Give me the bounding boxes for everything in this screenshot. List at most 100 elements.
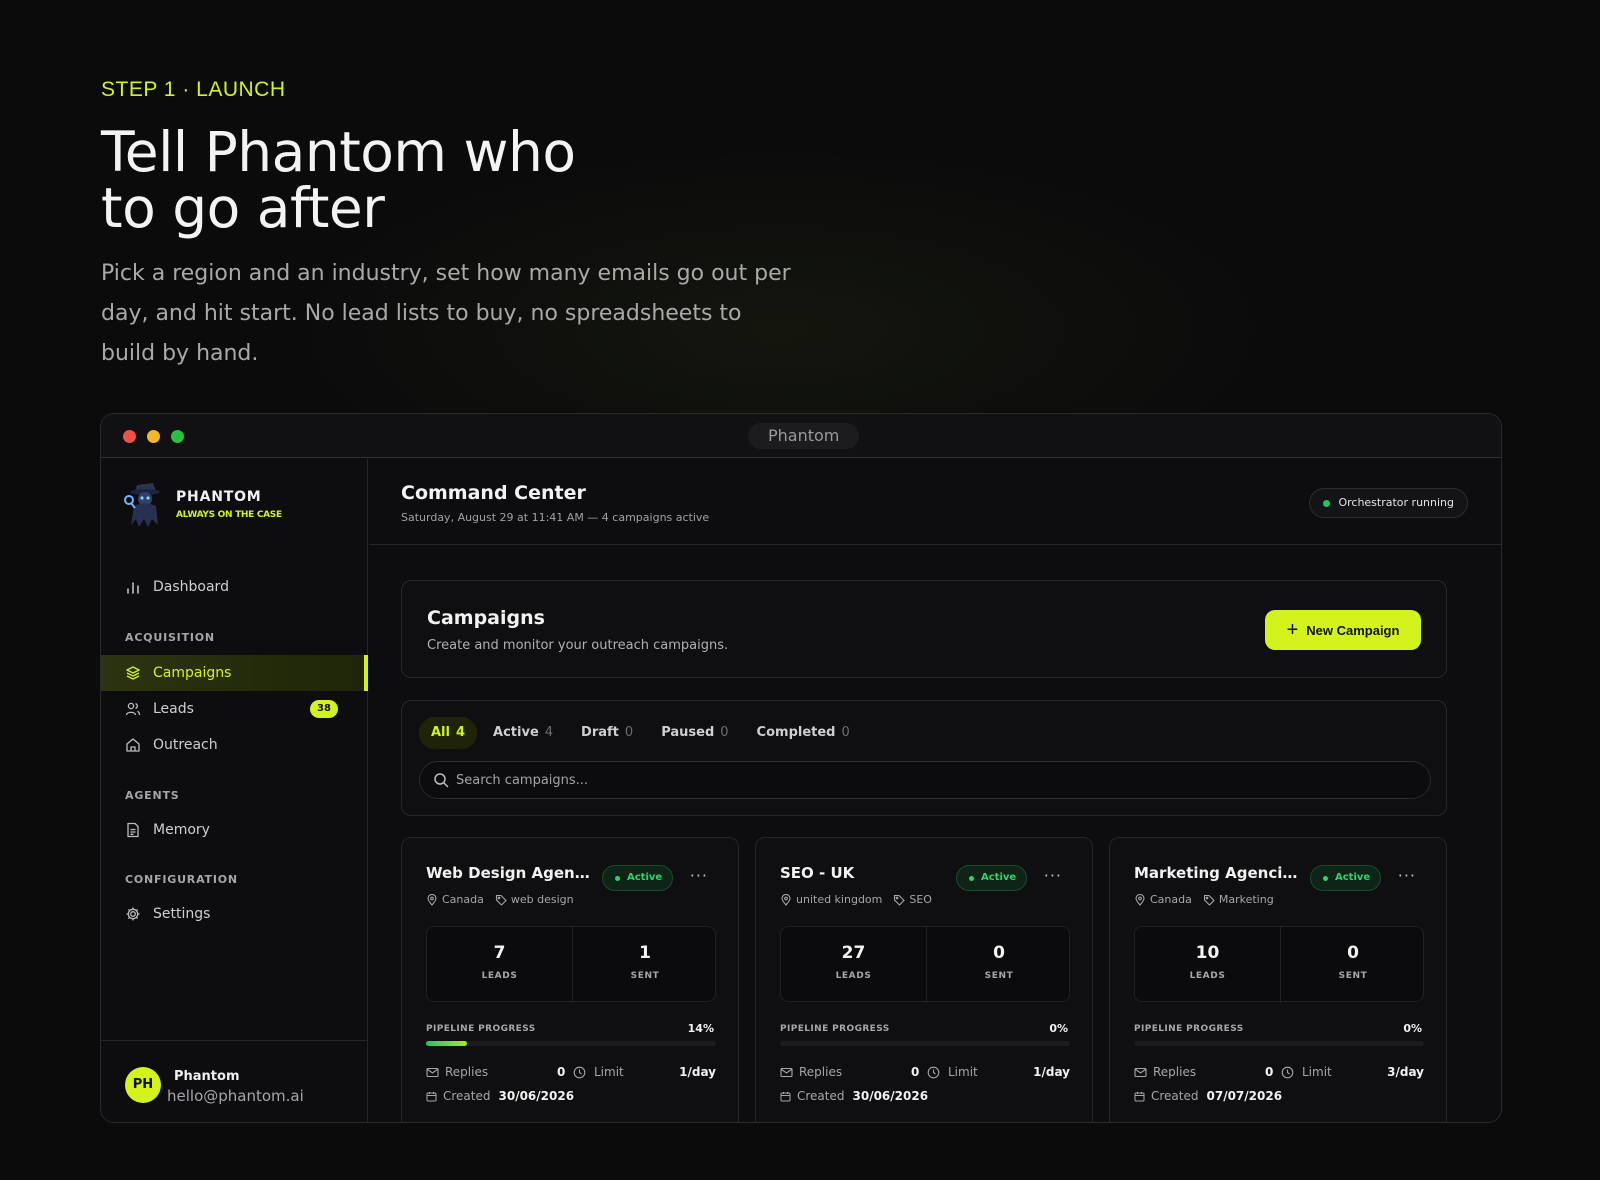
leads-count-badge: 38 [310, 700, 338, 718]
leads-value: 10 [1195, 943, 1220, 963]
step-eyebrow: STEP 1 · LAUNCH [101, 78, 286, 101]
location-pin-icon [1135, 893, 1145, 906]
window-titlebar: Phantom [101, 414, 1501, 458]
sidebar-item-label: Campaigns [153, 665, 232, 681]
tab-active[interactable]: Active 4 [481, 717, 565, 749]
location-pin-icon [781, 893, 791, 906]
mail-icon [1134, 1067, 1147, 1078]
tab-count: 0 [720, 725, 729, 740]
sidebar-item-dashboard[interactable]: Dashboard [101, 569, 368, 605]
close-window-button[interactable] [123, 430, 136, 443]
campaign-replies-limit: Replies 0 Limit 1/day [426, 1065, 716, 1081]
sidebar-item-label: Settings [153, 906, 211, 922]
minimize-window-button[interactable] [147, 430, 160, 443]
campaign-name: Web Design Agen... [426, 864, 591, 882]
pipeline-progress-bar [1134, 1041, 1424, 1046]
leads-value: 27 [841, 943, 866, 963]
hero-headline-line-1: Tell Phantom who [101, 120, 576, 184]
sent-value: 0 [993, 943, 1005, 963]
replies-value: 0 [911, 1065, 920, 1079]
tab-label: Completed [756, 725, 836, 740]
campaign-region: Canada [442, 893, 484, 906]
sidebar-item-memory[interactable]: Memory [101, 812, 368, 848]
created-date: 30/06/2026 [852, 1089, 929, 1103]
campaign-stats: 27 LEADS 0 SENT [780, 926, 1070, 1003]
gear-icon [125, 906, 141, 922]
sent-value: 1 [639, 943, 651, 963]
pipeline-progress-label: PIPELINE PROGRESS [780, 1024, 890, 1034]
sidebar-item-campaigns[interactable]: Campaigns [101, 655, 368, 691]
campaign-card[interactable]: Web Design Agen... Active ··· Canada web… [401, 837, 739, 1122]
tag-icon [495, 894, 507, 906]
campaign-card[interactable]: Marketing Agenci... Active ··· Canada Ma… [1109, 837, 1447, 1122]
campaign-industry: Marketing [1218, 893, 1274, 906]
window-title: Phantom [748, 423, 860, 449]
campaign-created: Created 07/07/2026 [1134, 1089, 1282, 1103]
pipeline-progress-value: 0% [1049, 1022, 1068, 1035]
leads-label: LEADS [835, 971, 872, 981]
clock-icon [927, 1066, 940, 1079]
replies-label: Replies [445, 1065, 489, 1079]
tab-completed[interactable]: Completed 0 [745, 717, 862, 749]
campaign-stats: 10 LEADS 0 SENT [1134, 926, 1424, 1003]
sidebar-item-outreach[interactable]: Outreach [101, 727, 368, 763]
tab-label: Active [493, 725, 539, 740]
search-icon [434, 773, 449, 788]
filters-panel: All 4 Active 4 Draft 0 Paused 0 Completed 0 [401, 700, 1447, 816]
limit-value: 1/day [1033, 1065, 1070, 1079]
tag-icon [894, 894, 906, 906]
pipeline-progress-label: PIPELINE PROGRESS [1134, 1024, 1244, 1034]
created-date: 07/07/2026 [1206, 1089, 1283, 1103]
brand[interactable]: PHANTOM ALWAYS ON THE CASE [123, 479, 282, 529]
campaigns-title: Campaigns [427, 607, 545, 629]
limit-label: Limit [594, 1065, 624, 1079]
pipeline-progress-bar [780, 1041, 1070, 1046]
calendar-icon [780, 1091, 791, 1101]
page-title: Command Center [401, 482, 586, 504]
status-badge: Active [956, 865, 1028, 891]
tab-paused[interactable]: Paused 0 [649, 717, 740, 749]
maximize-window-button[interactable] [171, 430, 184, 443]
tab-label: Paused [661, 725, 715, 740]
sidebar-item-leads[interactable]: Leads 38 [101, 691, 368, 727]
sidebar-item-label: Outreach [153, 737, 218, 753]
tab-count: 0 [624, 725, 634, 740]
tab-draft[interactable]: Draft 0 [569, 717, 645, 749]
more-options-icon[interactable]: ··· [1044, 866, 1062, 885]
sent-value: 0 [1347, 943, 1359, 963]
created-label: Created [797, 1089, 845, 1103]
calendar-icon [1134, 1091, 1145, 1101]
tab-label: All [431, 725, 450, 740]
users-icon [125, 701, 141, 717]
campaign-card[interactable]: SEO - UK Active ··· united kingdom SEO 2… [755, 837, 1093, 1122]
search-input[interactable] [456, 762, 1416, 798]
pipeline-progress-bar [426, 1041, 716, 1046]
mail-icon [426, 1067, 439, 1078]
pipeline-progress-value: 0% [1403, 1022, 1422, 1035]
hero-section: STEP 1 · LAUNCH Tell Phantom who to go a… [101, 78, 1001, 374]
campaign-region: united kingdom [796, 893, 883, 906]
leads-value: 7 [493, 943, 506, 963]
progress-fill [426, 1041, 467, 1046]
sent-label: SENT [1338, 971, 1368, 981]
new-campaign-button[interactable]: + New Campaign [1265, 610, 1421, 650]
sidebar-item-settings[interactable]: Settings [101, 896, 368, 932]
replies-value: 0 [1265, 1065, 1274, 1079]
tab-all[interactable]: All 4 [419, 717, 478, 749]
calendar-icon [426, 1091, 437, 1101]
sidebar-item-label: Dashboard [153, 579, 229, 595]
tag-icon [1203, 894, 1215, 906]
more-options-icon[interactable]: ··· [1398, 866, 1416, 885]
limit-label: Limit [1302, 1065, 1332, 1079]
user-profile[interactable]: PH Phantom hello@phantom.ai [101, 1040, 368, 1122]
hero-subtext: Pick a region and an industry, set how m… [101, 261, 791, 366]
sidebar-item-label: Memory [153, 822, 210, 838]
more-options-icon[interactable]: ··· [690, 866, 708, 885]
hero-headline-line-2: to go after [101, 176, 385, 240]
campaign-stats: 7 LEADS 1 SENT [426, 926, 716, 1003]
brand-name: PHANTOM [176, 488, 262, 505]
new-campaign-label: New Campaign [1306, 622, 1400, 638]
leads-label: LEADS [481, 971, 518, 981]
campaign-replies-limit: Replies 0 Limit 1/day [780, 1065, 1070, 1081]
replies-label: Replies [799, 1065, 843, 1079]
